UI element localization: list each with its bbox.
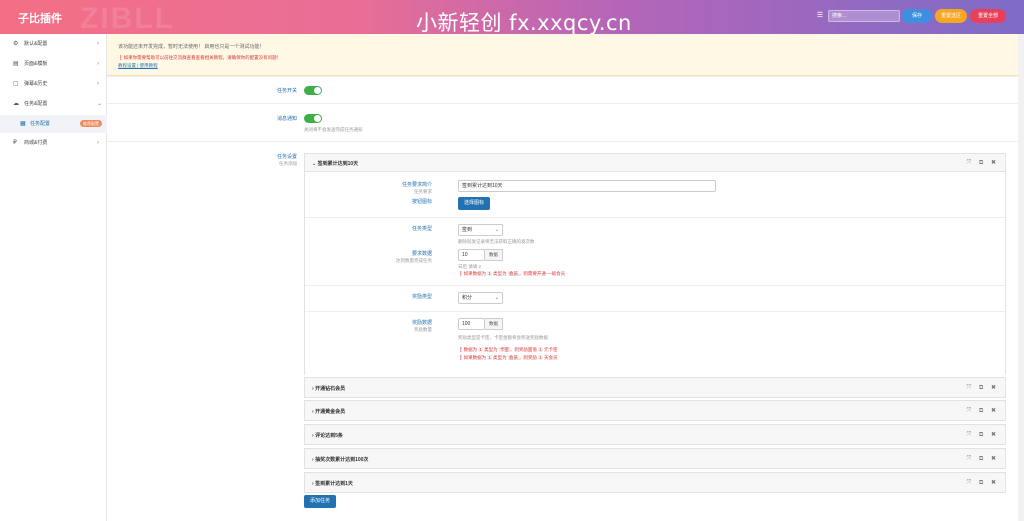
recommend-badge: 推荐配置 — [80, 120, 102, 127]
choose-icon-button[interactable]: 选择图标 — [458, 197, 490, 210]
sidebar-item-default[interactable]: ⚙ 默认&配置 › — [0, 34, 107, 54]
intro-desc: 任务要求 — [414, 189, 432, 194]
task-accordion[interactable]: › 签到累计达到1天 ⤧ ⧉ ✖ — [304, 472, 1006, 493]
divider — [107, 103, 1018, 104]
task-settings-label: 任务设置 — [276, 154, 297, 160]
coin-icon: ₽ — [13, 140, 17, 146]
sidebar-item-label: 弹幕&历史 — [24, 81, 48, 87]
chevron-right-icon: › — [97, 41, 99, 47]
require-warning: ❗如果数据为 1 类型为 会员，则需要开通 一级会员 — [458, 271, 566, 276]
accordion-title[interactable]: › 抽奖次数累计达到100次 — [312, 456, 368, 463]
sidebar-subitem-task-config[interactable]: ▦ 任务配置 推荐配置 — [0, 115, 107, 133]
sidebar-item-danmu[interactable]: ▢ 弹幕&历史 › — [0, 74, 107, 94]
save-button[interactable]: 保存 — [902, 9, 932, 23]
accordion-title[interactable]: ⌄ 签到累计达到10天 — [312, 160, 358, 167]
sidebar-subitem-label: 任务配置 — [30, 121, 51, 127]
accordion-tools-icons[interactable]: ⤧ ⧉ ✖ — [967, 431, 999, 439]
sidebar: ⚙ 默认&配置 › ▤ 页面&模板 › ▢ 弹幕&历史 › ☁ 任务&配置 ⌄ … — [0, 34, 107, 521]
chevron-right-icon: › — [97, 140, 99, 146]
divider — [305, 285, 1005, 286]
chevron-right-icon: › — [97, 81, 99, 87]
task-accordion-open: ⌄ 签到累计达到10天 ⤧ ⧉ ✖ 任务要求简介 任务要求 签到累计达到10天 … — [304, 153, 1006, 375]
require-help: 日后 请填 2 — [458, 264, 482, 269]
brand-ghost-logo: ZIBLL — [80, 2, 175, 35]
list-icon[interactable]: ☰ — [815, 11, 825, 21]
task-accordion[interactable]: › 开通黄金会员 ⤧ ⧉ ✖ — [304, 400, 1006, 421]
task-type-select[interactable]: 签到 ⌄ — [458, 224, 503, 236]
reward-type-select[interactable]: 积分 ⌄ — [458, 292, 503, 304]
reward-type-label: 奖励类型 — [411, 294, 432, 300]
accordion-tools-icons[interactable]: ⤧ ⧉ ✖ — [967, 159, 999, 167]
require-unit: 数据 — [485, 249, 503, 261]
message-notify-label: 消息通知 — [276, 116, 297, 122]
sidebar-item-label: 默认&配置 — [24, 41, 48, 47]
task-switch-label: 任务开关 — [276, 88, 297, 94]
message-notify-help: 关闭将不会发送完成任务通知 — [304, 127, 363, 132]
accordion-title[interactable]: › 开通钻石会员 — [312, 385, 345, 392]
sidebar-item-task[interactable]: ☁ 任务&配置 ⌄ — [0, 94, 107, 114]
notice-warning: ❗如果你需要帮助可以前往交流群查看查看相关教程，请确保你的配置没有问题！ — [118, 55, 282, 60]
main-content: 任务开关 消息通知 关闭将不会发送完成任务通知 任务设置 任务添加 ⌄ 签到累计… — [107, 77, 1018, 521]
reward-data-help: 奖励类型是卡密，卡密金额将会移送奖励数据 — [458, 335, 548, 340]
divider — [305, 311, 1005, 312]
require-desc: 达到数量完成任务 — [396, 258, 432, 263]
reset-section-button[interactable]: 重置选区 — [935, 9, 967, 23]
cloud-icon: ☁ — [13, 101, 19, 107]
message-notify-toggle[interactable] — [304, 114, 322, 123]
task-switch-toggle[interactable] — [304, 86, 322, 95]
chevron-right-icon: › — [97, 61, 99, 67]
accordion-title[interactable]: › 评论达到5条 — [312, 432, 343, 439]
sidebar-item-label: 任务&配置 — [24, 101, 48, 107]
reward-data-label: 奖励数据 — [411, 320, 432, 326]
accordion-title[interactable]: › 签到累计达到1天 — [312, 480, 353, 487]
task-accordion[interactable]: › 评论达到5条 ⤧ ⧉ ✖ — [304, 424, 1006, 445]
reward-data-unit: 数据 — [485, 318, 503, 330]
accordion-tools-icons[interactable]: ⤧ ⧉ ✖ — [967, 407, 999, 415]
intro-input[interactable]: 签到累计达到10天 — [458, 180, 716, 192]
task-settings-desc: 任务添加 — [279, 161, 297, 166]
notice-links[interactable]: 教程设置 | 使用教程 — [118, 63, 158, 69]
top-header: 子比插件 ZIBLL 小新轻创 fx.xxqcy.cn ☰ 搜索... 保存 重… — [0, 0, 1024, 35]
accordion-body: 任务要求简介 任务要求 签到累计达到10天 按钮图标 选择图标 任务类型 签到 ⌄… — [305, 171, 1005, 375]
accordion-title[interactable]: › 开通黄金会员 — [312, 408, 345, 415]
divider — [107, 141, 1018, 142]
reward-data-desc: 奖励数量 — [414, 327, 432, 332]
reset-all-button[interactable]: 重置全部 — [970, 9, 1006, 23]
chevron-down-icon: ⌄ — [494, 227, 499, 233]
task-accordion[interactable]: › 开通钻石会员 ⤧ ⧉ ✖ — [304, 377, 1006, 398]
sidebar-item-label: 商城&付费 — [24, 140, 48, 146]
reward-warning-2: ❗如果数据为 1 类型为 会员，则奖励 1 天会员 — [458, 355, 558, 360]
task-accordion[interactable]: › 抽奖次数累计达到100次 ⤧ ⧉ ✖ — [304, 448, 1006, 469]
chevron-down-icon: ⌄ — [97, 101, 103, 107]
reward-warning-1: ❗数据为 1 类型为 卡密，则奖励面值 1 元卡密 — [458, 347, 558, 352]
accordion-tools-icons[interactable]: ⤧ ⧉ ✖ — [967, 479, 999, 487]
task-type-help: 删除就发记录将无法获取正确的发次数 — [458, 239, 535, 244]
sidebar-item-shop[interactable]: ₽ 商城&付费 › — [0, 133, 107, 153]
sidebar-item-label: 页面&模板 — [24, 61, 48, 67]
page-icon: ▤ — [13, 61, 19, 67]
require-input[interactable]: 10 — [458, 249, 485, 261]
chat-icon: ▢ — [13, 81, 19, 87]
chevron-down-icon: ⌄ — [494, 295, 499, 301]
watermark-text: 小新轻创 fx.xxqcy.cn — [416, 11, 632, 35]
notice-line: 该功能还未开发完成，暂时无法使用！ 启用也只是一个测试功能！ — [118, 44, 265, 50]
sidebar-item-page[interactable]: ▤ 页面&模板 › — [0, 54, 107, 74]
icon-label: 按钮图标 — [411, 199, 432, 205]
search-input[interactable]: 搜索... — [828, 10, 900, 22]
reward-data-input[interactable]: 100 — [458, 318, 485, 330]
gear-icon: ⚙ — [13, 41, 19, 47]
intro-label: 任务要求简介 — [401, 182, 432, 188]
require-label: 要求数据 — [411, 251, 432, 257]
accordion-tools-icons[interactable]: ⤧ ⧉ ✖ — [967, 455, 999, 463]
divider — [305, 217, 1005, 218]
brand-title: 子比插件 — [18, 13, 62, 25]
calendar-icon: ▦ — [20, 121, 26, 127]
accordion-tools-icons[interactable]: ⤧ ⧉ ✖ — [967, 384, 999, 392]
add-task-button[interactable]: 添加任务 — [304, 495, 336, 508]
notice-box: 该功能还未开发完成，暂时无法使用！ 启用也只是一个测试功能！ ❗如果你需要帮助可… — [107, 34, 1018, 76]
task-type-label: 任务类型 — [411, 226, 432, 232]
